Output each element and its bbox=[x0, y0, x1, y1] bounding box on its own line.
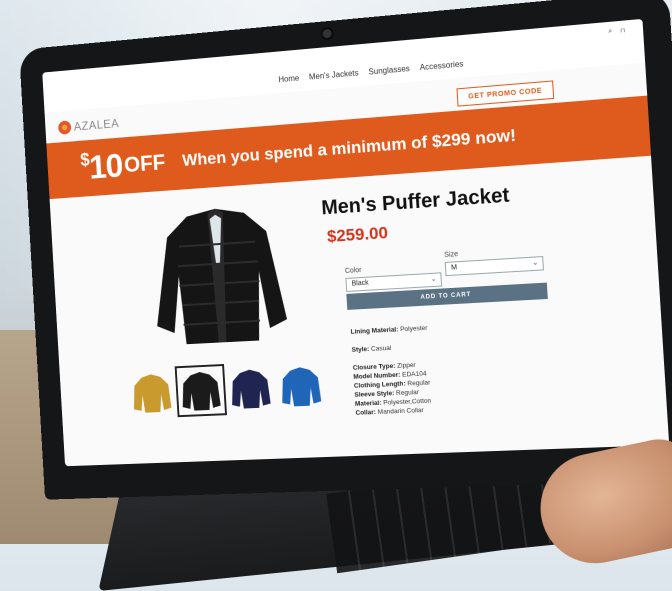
nav-accessories[interactable]: Accessories bbox=[419, 59, 463, 72]
utility-icons: ⌕ ⊓ bbox=[608, 26, 628, 36]
thumbnail-mustard[interactable] bbox=[130, 370, 174, 415]
banner-text: When you spend a minimum of $299 now! bbox=[181, 125, 517, 170]
flower-logo-icon bbox=[57, 120, 72, 135]
thumbnail-black[interactable] bbox=[174, 364, 227, 418]
spec-value: Mandarin Collar bbox=[377, 406, 424, 416]
spec-style-value: Casual bbox=[370, 344, 392, 353]
spec-value: Regular bbox=[407, 379, 431, 388]
product-title: Men's Puffer Jacket bbox=[320, 184, 511, 220]
product-thumbnails bbox=[130, 363, 324, 418]
chevron-down-icon: ⌄ bbox=[430, 275, 437, 284]
nav-sunglasses[interactable]: Sunglasses bbox=[368, 64, 410, 77]
get-promo-code-button[interactable]: GET PROMO CODE bbox=[456, 80, 555, 107]
banner-amount-value: 10 bbox=[88, 146, 124, 186]
product-main-image bbox=[150, 204, 289, 346]
nav-home[interactable]: Home bbox=[278, 74, 299, 85]
spec-lining-value: Polyester bbox=[399, 324, 428, 334]
spec-label: Material: bbox=[354, 399, 382, 408]
spec-row: Collar: Mandarin Collar bbox=[355, 406, 432, 418]
spec-value: Zipper bbox=[397, 361, 416, 370]
spec-list: Closure Type: Zipper Model Number: EDA10… bbox=[353, 360, 433, 418]
bag-icon[interactable]: ⊓ bbox=[621, 26, 629, 34]
promo-banner: $10 OFF When you spend a minimum of $299… bbox=[46, 95, 652, 200]
size-label: Size bbox=[444, 250, 459, 259]
thumbnail-blue[interactable] bbox=[278, 363, 324, 409]
size-select[interactable]: M ⌄ bbox=[444, 256, 544, 277]
laptop-screen: ⌕ ⊓ Home Men's Jackets Sunglasses Access… bbox=[42, 18, 670, 467]
spec-style-label: Style: bbox=[351, 345, 370, 354]
product-price: $259.00 bbox=[326, 223, 389, 247]
color-select-value: Black bbox=[351, 279, 369, 288]
logo-text: AZALEA bbox=[73, 116, 120, 134]
main-nav: Home Men's Jackets Sunglasses Accessorie… bbox=[278, 59, 463, 84]
banner-off: OFF bbox=[123, 149, 166, 178]
spec-value: EDA104 bbox=[402, 370, 427, 379]
nav-mens-jackets[interactable]: Men's Jackets bbox=[309, 68, 359, 81]
spec-value: Regular bbox=[395, 388, 420, 398]
thumbnail-navy[interactable] bbox=[228, 366, 273, 411]
search-icon[interactable]: ⌕ bbox=[608, 28, 616, 36]
spec-lining-label: Lining Material: bbox=[350, 326, 399, 336]
color-label: Color bbox=[344, 266, 362, 275]
spec-label: Collar: bbox=[355, 408, 377, 417]
chevron-down-icon: ⌄ bbox=[532, 259, 539, 267]
size-select-value: M bbox=[450, 264, 458, 272]
banner-amount: $10 bbox=[80, 147, 124, 188]
site-logo[interactable]: AZALEA bbox=[57, 116, 120, 135]
spec-lining: Lining Material: Polyester bbox=[350, 324, 427, 337]
spec-value: Polyester,Cotton bbox=[383, 397, 432, 407]
webcam bbox=[322, 28, 332, 39]
laptop-bezel: ⌕ ⊓ Home Men's Jackets Sunglasses Access… bbox=[19, 0, 672, 500]
spec-style: Style: Casual bbox=[351, 344, 392, 355]
